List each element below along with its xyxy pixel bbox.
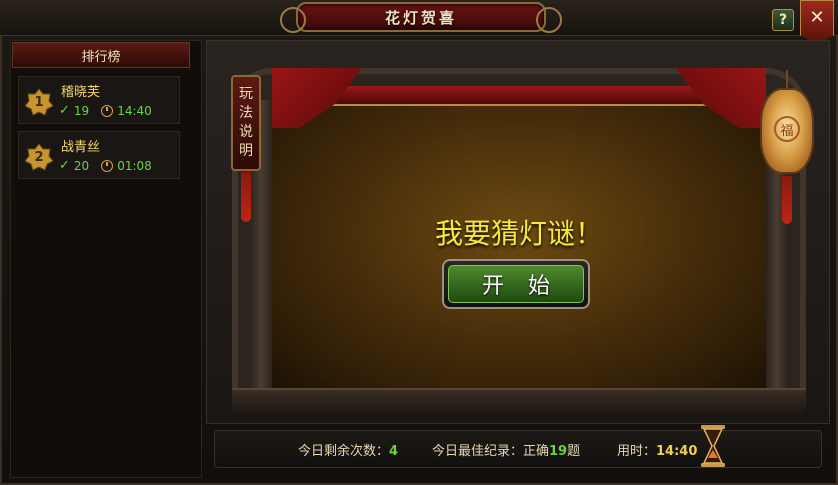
lantern-emblem: 福 xyxy=(774,116,800,142)
best-time: 用时：14:40 xyxy=(617,444,698,459)
close-button[interactable]: ✕ xyxy=(800,0,834,44)
clock-icon xyxy=(101,159,114,172)
leaderboard-row: 1 稽晓芙 ✓ 19 14:40 xyxy=(18,76,180,124)
riddle-prompt: 我要猜灯谜！ xyxy=(434,217,603,250)
start-label: 开始 xyxy=(481,274,574,299)
rank-badge: 1 xyxy=(25,88,53,116)
title-plaque: 花灯贺喜 xyxy=(280,2,562,33)
tassel-decoration xyxy=(241,172,251,222)
best-record: 今日最佳纪录：正确19题 xyxy=(432,444,581,459)
correct-count: 20 xyxy=(73,158,90,173)
player-name: 稽晓芙 xyxy=(61,85,101,100)
help-button[interactable]: ? xyxy=(772,9,794,31)
player-stats: ✓ 19 14:40 xyxy=(59,103,152,118)
player-stats: ✓ 20 01:08 xyxy=(59,158,152,173)
stage-floor xyxy=(232,388,806,412)
leaderboard-row: 2 战青丝 ✓ 20 01:08 xyxy=(18,131,180,179)
lantern-tassel xyxy=(782,176,792,224)
lantern-string xyxy=(786,70,788,90)
correct-count: 19 xyxy=(73,103,90,118)
elapsed-time: 14:40 xyxy=(117,103,152,118)
elapsed-time: 01:08 xyxy=(117,158,152,173)
window-title: 花灯贺喜 xyxy=(384,8,457,27)
check-icon: ✓ xyxy=(59,158,70,173)
clock-icon xyxy=(101,104,114,117)
check-icon: ✓ xyxy=(59,103,70,118)
rules-button[interactable]: 玩 法 说 明 xyxy=(231,75,261,171)
leaderboard-header: 排行榜 xyxy=(12,42,190,68)
rank-badge: 2 xyxy=(25,143,53,171)
curtain-valance xyxy=(290,86,750,106)
start-button[interactable]: 开始 xyxy=(442,259,590,309)
player-name: 战青丝 xyxy=(61,140,101,155)
hourglass-icon xyxy=(701,425,725,467)
remaining-attempts: 今日剩余次数：4 xyxy=(298,444,399,459)
